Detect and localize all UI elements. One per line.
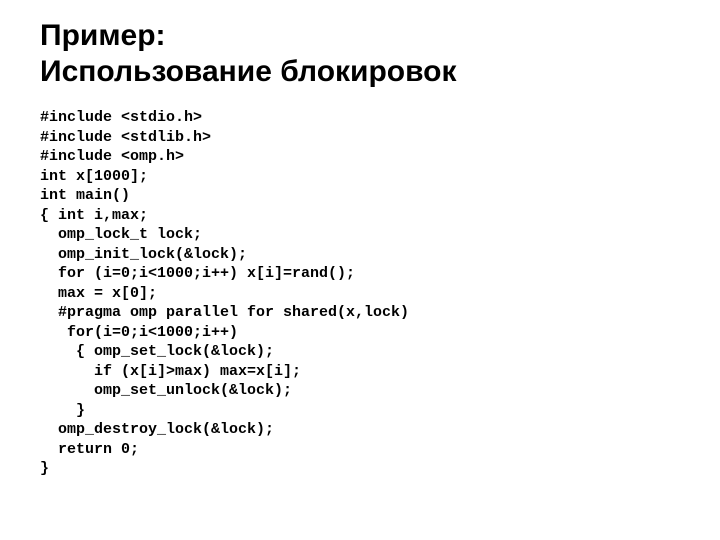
- title-line-1: Пример:: [40, 19, 166, 52]
- code-block: #include <stdio.h> #include <stdlib.h> #…: [40, 108, 680, 479]
- title-line-2: Использование блокировок: [40, 55, 457, 88]
- slide: Пример: Использование блокировок #includ…: [0, 0, 720, 540]
- slide-title: Пример: Использование блокировок: [40, 18, 680, 90]
